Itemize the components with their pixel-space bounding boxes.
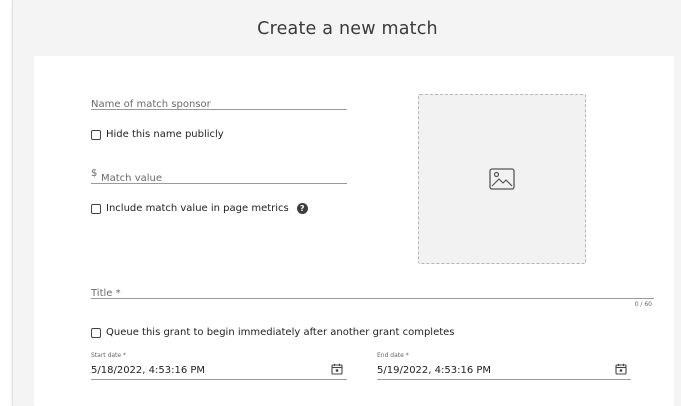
include-metrics-checkbox[interactable]: Include match value in page metrics ?	[91, 203, 308, 214]
calendar-icon[interactable]	[331, 363, 343, 375]
sponsor-name-field[interactable]	[91, 92, 347, 113]
title-field[interactable]	[91, 281, 654, 302]
queue-grant-checkbox[interactable]: Queue this grant to begin immediately af…	[91, 327, 455, 338]
title-char-counter: 0 / 60	[634, 301, 652, 308]
help-icon[interactable]: ?	[296, 203, 308, 214]
end-date-value: 5/19/2022, 4:53:16 PM	[377, 365, 492, 376]
match-form-card: Hide this name publicly $ Include match …	[34, 56, 674, 406]
include-metrics-label: Include match value in page metrics	[106, 203, 289, 214]
start-date-label: Start date *	[91, 352, 127, 359]
end-date-label: End date *	[377, 352, 409, 359]
hide-name-checkbox[interactable]: Hide this name publicly	[91, 129, 224, 140]
hide-name-label: Hide this name publicly	[106, 129, 224, 140]
queue-grant-label: Queue this grant to begin immediately af…	[106, 327, 455, 338]
checkbox-box[interactable]	[91, 327, 101, 338]
calendar-icon[interactable]	[615, 363, 627, 375]
sponsor-name-input[interactable]	[91, 96, 347, 113]
match-value-input[interactable]	[91, 170, 357, 187]
end-date-field[interactable]: 5/19/2022, 4:53:16 PM	[377, 361, 631, 380]
checkbox-box[interactable]	[91, 129, 101, 140]
image-upload-area[interactable]	[418, 94, 586, 264]
image-icon	[489, 168, 515, 190]
start-date-value: 5/18/2022, 4:53:16 PM	[91, 365, 206, 376]
create-match-dialog: Create a new match Hide this name public…	[12, 0, 681, 406]
currency-prefix: $	[91, 168, 98, 179]
title-input[interactable]	[91, 285, 654, 302]
match-value-field[interactable]: $	[91, 166, 357, 187]
dialog-title: Create a new match	[257, 19, 438, 39]
checkbox-box[interactable]	[91, 203, 101, 214]
start-date-field[interactable]: 5/18/2022, 4:53:16 PM	[91, 361, 347, 380]
